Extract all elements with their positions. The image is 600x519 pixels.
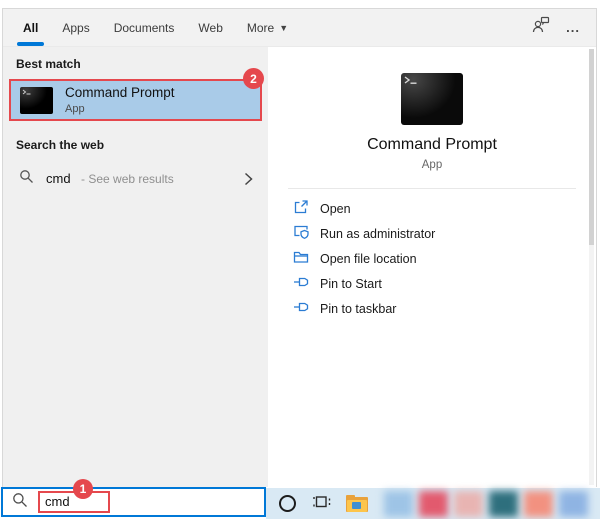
search-query-text: cmd — [45, 494, 70, 509]
task-view-icon[interactable] — [313, 493, 331, 515]
user-feedback-icon[interactable] — [531, 16, 551, 39]
best-match-header: Best match — [16, 57, 81, 71]
best-match-title: Command Prompt — [65, 85, 175, 100]
action-open-file-location[interactable]: Open file location — [293, 246, 596, 271]
scrollbar[interactable] — [589, 49, 594, 485]
search-icon — [19, 169, 34, 189]
web-result-row[interactable]: cmd - See web results — [3, 160, 268, 198]
search-query-annotation-box: cmd 1 — [38, 479, 110, 513]
action-open[interactable]: Open — [293, 196, 596, 221]
tab-web[interactable]: Web — [198, 9, 222, 46]
admin-shield-icon — [293, 224, 309, 243]
tab-more[interactable]: More ▼ — [247, 9, 288, 46]
command-prompt-icon — [20, 86, 53, 114]
more-options-icon[interactable]: ... — [566, 20, 580, 35]
blurred-app-icon[interactable] — [384, 490, 413, 517]
scrollbar-thumb[interactable] — [589, 49, 594, 246]
tab-all[interactable]: All — [16, 9, 45, 46]
action-pin-to-taskbar[interactable]: Pin to taskbar — [293, 296, 596, 321]
blurred-app-icon[interactable] — [559, 490, 588, 517]
action-run-as-administrator-label: Run as administrator — [320, 226, 436, 241]
action-open-label: Open — [320, 201, 351, 216]
file-explorer-icon[interactable] — [346, 495, 368, 512]
chevron-down-icon: ▼ — [279, 22, 289, 33]
cortana-icon[interactable] — [279, 495, 296, 512]
action-pin-to-start[interactable]: Pin to Start — [293, 271, 596, 296]
pin-icon — [293, 274, 309, 293]
context-action-list: Open Run as administrator Open file loca… — [268, 196, 596, 321]
search-flyout-window: All Apps Documents Web More ▼ ... Best m… — [2, 8, 597, 487]
action-pin-to-taskbar-label: Pin to taskbar — [320, 301, 397, 316]
action-open-file-location-label: Open file location — [320, 251, 417, 266]
preview-title: Command Prompt — [367, 136, 497, 153]
web-result-suffix: - See web results — [81, 172, 174, 186]
blurred-app-icon[interactable] — [419, 490, 448, 517]
action-pin-to-start-label: Pin to Start — [320, 276, 382, 291]
action-run-as-administrator[interactable]: Run as administrator — [293, 221, 596, 246]
search-the-web-header: Search the web — [16, 138, 105, 152]
preview-divider — [288, 188, 576, 189]
result-preview-pane: Command Prompt App Open Run as administr… — [268, 47, 596, 487]
blurred-app-icon[interactable] — [524, 490, 553, 517]
annotation-step-1-badge: 1 — [73, 479, 93, 499]
tab-apps[interactable]: Apps — [62, 9, 89, 46]
command-prompt-icon-large — [401, 73, 463, 125]
blurred-app-icon[interactable] — [489, 490, 518, 517]
best-match-result-command-prompt[interactable]: Command Prompt App 2 — [9, 68, 264, 121]
best-match-subtitle: App — [65, 103, 85, 115]
tab-documents[interactable]: Documents — [114, 9, 175, 46]
taskbar-app-tiles — [384, 490, 588, 517]
search-filter-tabbar: All Apps Documents Web More ▼ ... — [3, 9, 596, 47]
taskbar-search-input[interactable]: cmd 1 — [1, 479, 266, 517]
pin-icon — [293, 299, 309, 318]
blurred-app-icon[interactable] — [454, 490, 483, 517]
tab-more-label: More — [246, 20, 275, 35]
folder-icon — [293, 249, 309, 268]
taskbar — [266, 488, 600, 519]
annotation-step-2-badge: 2 — [243, 68, 264, 89]
open-icon — [293, 199, 309, 218]
search-icon — [12, 492, 28, 513]
chevron-right-icon[interactable] — [244, 172, 253, 186]
search-results-pane: Best match Command Prompt App 2 Search t… — [3, 47, 268, 487]
web-result-query: cmd — [46, 171, 71, 186]
preview-subtitle: App — [421, 159, 443, 171]
